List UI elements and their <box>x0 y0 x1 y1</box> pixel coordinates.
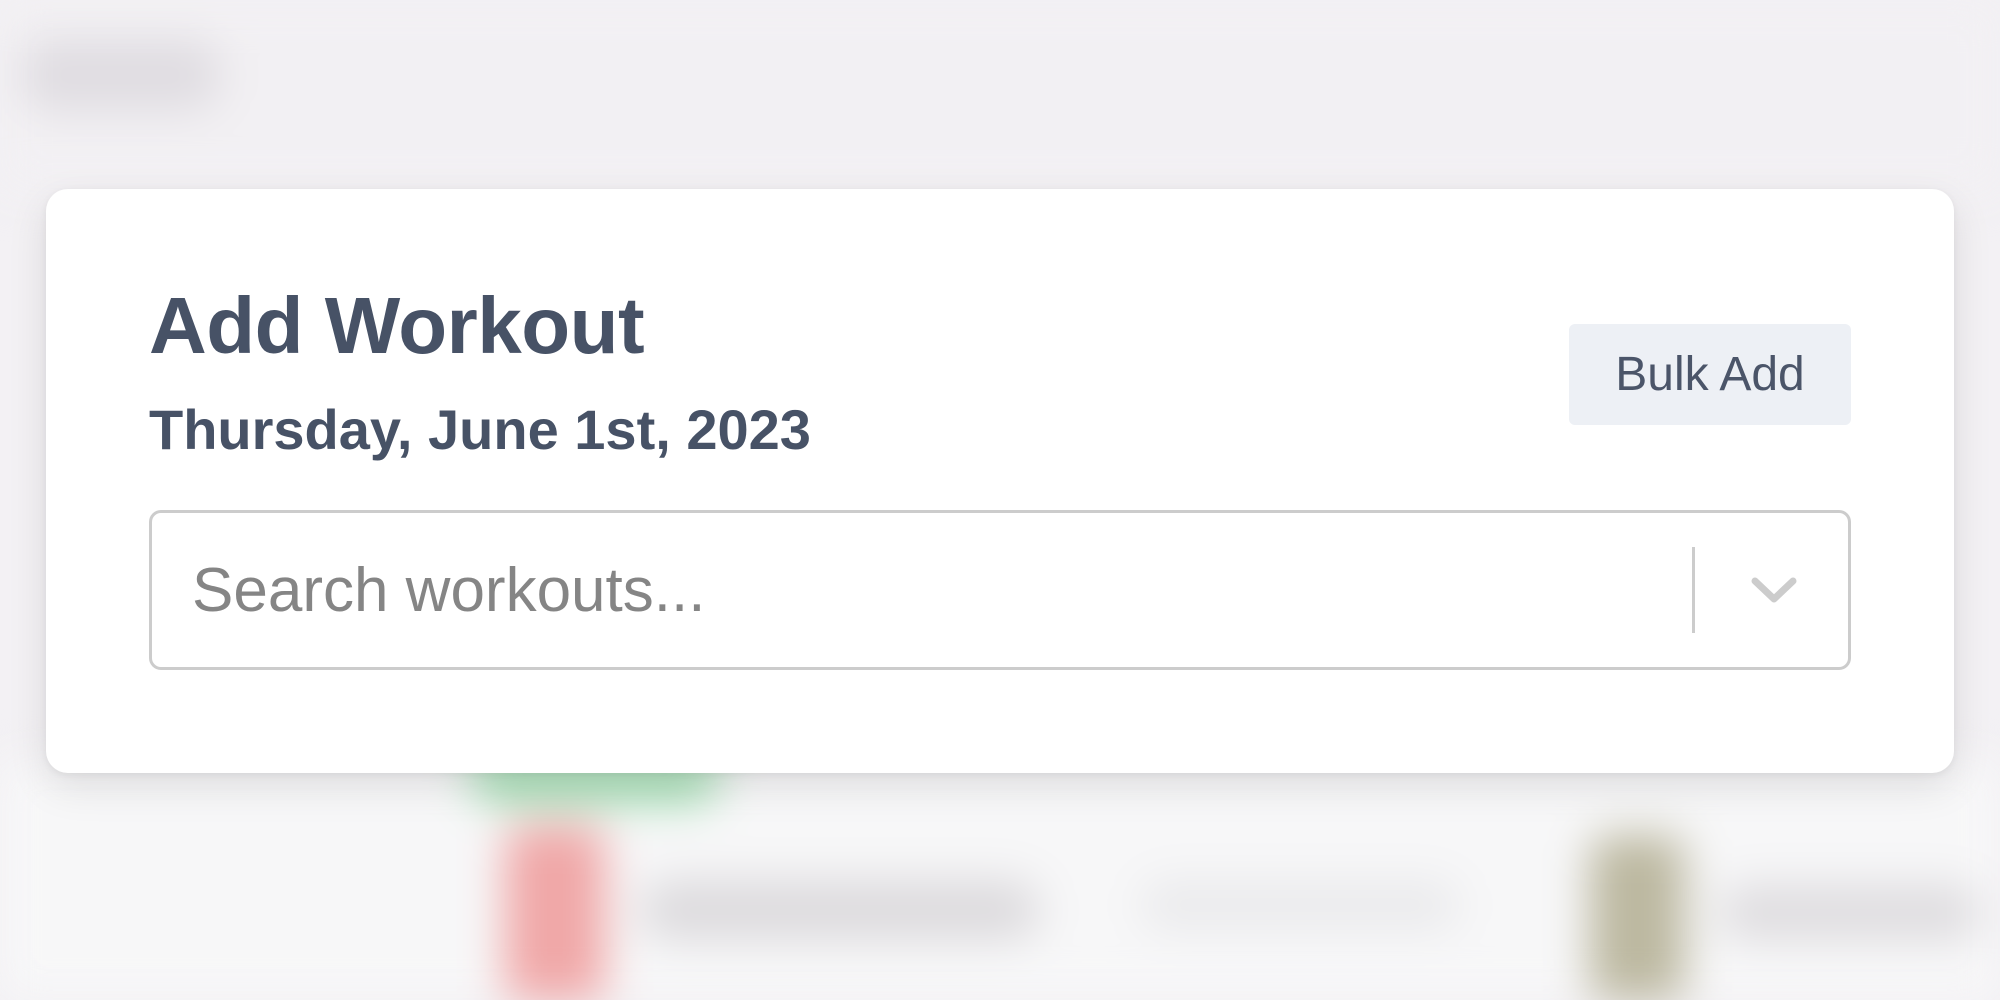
background-logo <box>20 40 220 110</box>
select-separator <box>1692 547 1695 633</box>
background-red-shape <box>505 825 605 1000</box>
workout-search-select[interactable] <box>149 510 1851 670</box>
bulk-add-button[interactable]: Bulk Add <box>1569 324 1851 425</box>
background-text-block <box>640 880 1040 940</box>
background-text-block <box>1720 885 1980 940</box>
background-text-block <box>1140 880 1460 930</box>
modal-date: Thursday, June 1st, 2023 <box>149 398 811 461</box>
chevron-down-icon[interactable] <box>1744 561 1804 621</box>
search-workouts-input[interactable] <box>192 513 1692 667</box>
background-header <box>0 0 2000 190</box>
add-workout-modal: Add Workout Thursday, June 1st, 2023 Bul… <box>46 189 1954 773</box>
background-olive-shape <box>1590 835 1685 1000</box>
modal-title: Add Workout <box>149 281 645 370</box>
